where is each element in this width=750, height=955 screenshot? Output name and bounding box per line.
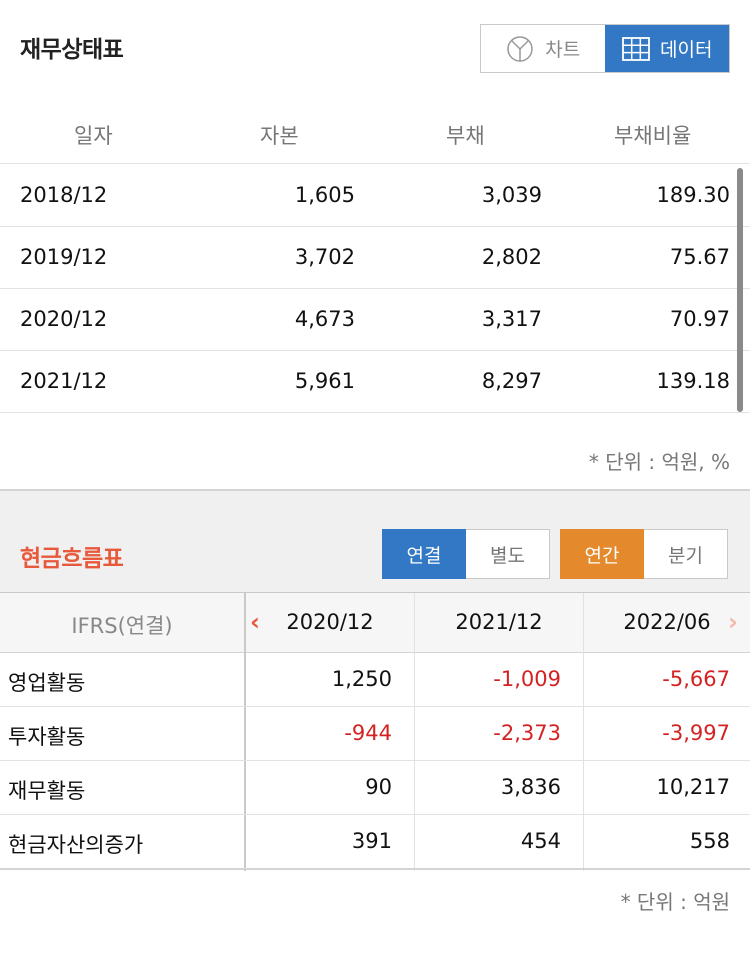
row-label: 현금자산의증가 <box>8 833 144 857</box>
balance-sheet-unit-note: * 단위 : 억원, % <box>588 450 730 474</box>
row-value: 10,217 <box>656 775 730 799</box>
table-row: 영업활동 1,250 -1,009 -5,667 <box>0 653 750 707</box>
row-date: 2021/12 <box>20 369 108 393</box>
row-date: 2019/12 <box>20 245 108 269</box>
row-value: 1,250 <box>331 667 392 691</box>
cash-flow-header: 현금흐름표 연결 별도 연간 분기 <box>0 491 750 592</box>
row-value: 454 <box>520 829 561 853</box>
table-scrollbar[interactable] <box>737 168 743 412</box>
table-row: 2021/12 5,961 8,297 139.18 <box>0 351 750 413</box>
row-debt-ratio: 70.97 <box>669 307 730 331</box>
row-debt: 2,802 <box>481 245 542 269</box>
row-value: 558 <box>689 829 730 853</box>
row-value: 391 <box>351 829 392 853</box>
row-value: -1,009 <box>493 667 561 691</box>
column-header-date: 일자 <box>74 124 113 148</box>
row-label: 영업활동 <box>8 671 86 695</box>
cash-flow-unit-note: * 단위 : 억원 <box>620 890 730 914</box>
row-debt-ratio: 189.30 <box>656 183 730 207</box>
cash-flow-header-row: IFRS(연결) ‹ 2020/12 2021/12 2022/06 › <box>0 593 750 653</box>
row-debt-ratio: 75.67 <box>669 245 730 269</box>
pie-chart-icon <box>505 34 535 64</box>
row-value: -3,997 <box>662 721 730 745</box>
data-view-button[interactable]: 데이터 <box>604 25 729 72</box>
chart-view-label: 차트 <box>545 39 581 61</box>
table-row: 현금자산의증가 391 454 558 <box>0 815 750 869</box>
view-toggle: 차트 데이터 <box>480 24 730 73</box>
row-capital: 4,673 <box>294 307 355 331</box>
row-debt: 3,039 <box>481 183 542 207</box>
balance-sheet-header-row: 일자 자본 부채 부채비율 <box>0 104 750 164</box>
period-header: 2021/12 <box>455 610 543 634</box>
table-row: 투자활동 -944 -2,373 -3,997 <box>0 707 750 761</box>
row-value: 3,836 <box>500 775 561 799</box>
table-row: 2020/12 4,673 3,317 70.97 <box>0 289 750 351</box>
row-value: 90 <box>365 775 392 799</box>
cash-flow-title: 현금흐름표 <box>20 546 124 572</box>
balance-sheet-title: 재무상태표 <box>20 37 124 63</box>
row-value: -5,667 <box>662 667 730 691</box>
chevron-right-icon[interactable]: › <box>728 608 738 636</box>
row-debt-ratio: 139.18 <box>656 369 730 393</box>
ifrs-label: IFRS(연결) <box>71 614 173 638</box>
column-header-debt: 부채 <box>446 124 485 148</box>
annual-button[interactable]: 연간 <box>560 529 644 579</box>
consolidated-button[interactable]: 연결 <box>382 529 466 579</box>
row-label: 재무활동 <box>8 779 86 803</box>
data-view-label: 데이터 <box>660 39 713 61</box>
cash-flow-table: IFRS(연결) ‹ 2020/12 2021/12 2022/06 › 영업활… <box>0 592 750 871</box>
table-row: 2018/12 1,605 3,039 189.30 <box>0 165 750 227</box>
grid-table-icon <box>622 36 650 61</box>
column-header-debt-ratio: 부채비율 <box>614 124 692 148</box>
separate-button[interactable]: 별도 <box>466 529 550 579</box>
balance-sheet-section: 재무상태표 차트 데이터 일자 자본 부채 부채비율 2018/12 1,605… <box>0 0 750 490</box>
row-value: -944 <box>344 721 392 745</box>
row-capital: 1,605 <box>294 183 355 207</box>
row-debt: 8,297 <box>481 369 542 393</box>
period-header: 2020/12 <box>286 610 374 634</box>
period-toggle: 연간 분기 <box>560 529 728 579</box>
quarterly-button[interactable]: 분기 <box>644 529 728 579</box>
table-row: 2019/12 3,702 2,802 75.67 <box>0 227 750 289</box>
scope-toggle: 연결 별도 <box>382 529 550 579</box>
column-header-capital: 자본 <box>260 124 299 148</box>
table-bottom-border <box>0 868 750 870</box>
row-capital: 5,961 <box>294 369 355 393</box>
period-header: 2022/06 <box>623 610 711 634</box>
chart-view-button[interactable]: 차트 <box>481 25 605 72</box>
row-debt: 3,317 <box>481 307 542 331</box>
row-date: 2020/12 <box>20 307 108 331</box>
row-capital: 3,702 <box>294 245 355 269</box>
table-row: 재무활동 90 3,836 10,217 <box>0 761 750 815</box>
row-date: 2018/12 <box>20 183 108 207</box>
row-value: -2,373 <box>493 721 561 745</box>
row-label: 투자활동 <box>8 725 86 749</box>
